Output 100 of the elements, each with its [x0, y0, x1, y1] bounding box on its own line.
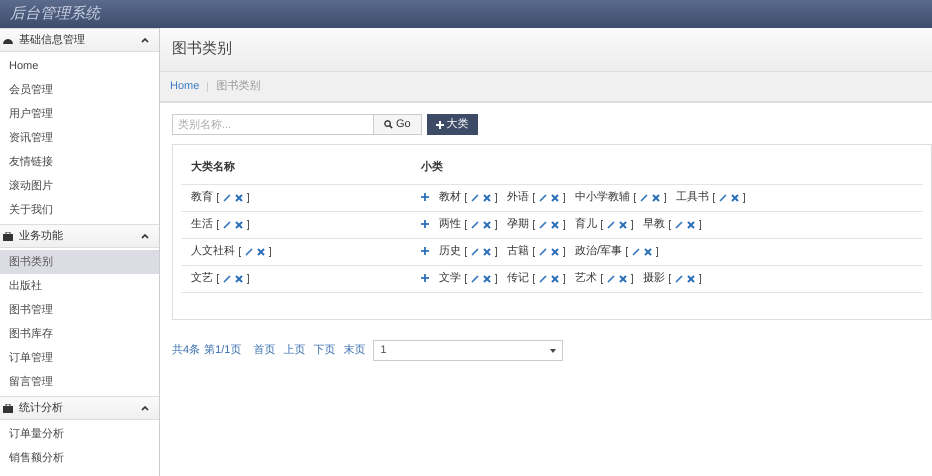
- category-name: 中小学教辅: [575, 190, 630, 206]
- sidebar-item[interactable]: 会员管理: [0, 78, 159, 102]
- delete-icon[interactable]: [652, 194, 660, 202]
- category-name: 传记: [507, 271, 529, 286]
- add-icon[interactable]: [421, 220, 429, 228]
- breadcrumb-link[interactable]: Home: [170, 78, 200, 95]
- edit-icon[interactable]: [719, 194, 727, 202]
- column-header: 小类: [411, 159, 923, 184]
- page-select[interactable]: 1: [373, 340, 564, 361]
- sidebar-section-header[interactable]: 业务功能: [0, 224, 159, 248]
- category-name: 工具书: [676, 190, 709, 206]
- delete-icon[interactable]: [235, 194, 243, 202]
- category-name: 摄影: [643, 271, 665, 286]
- edit-icon[interactable]: [223, 194, 231, 202]
- edit-icon[interactable]: [471, 220, 479, 228]
- category-name: 艺术: [575, 271, 597, 286]
- edit-icon[interactable]: [223, 220, 231, 228]
- edit-icon[interactable]: [223, 274, 231, 282]
- delete-icon[interactable]: [483, 274, 491, 282]
- pagination-link[interactable]: 下页: [313, 342, 336, 359]
- add-icon[interactable]: [421, 247, 429, 256]
- edit-icon[interactable]: [471, 274, 479, 282]
- sidebar-item[interactable]: 滚动图片: [0, 174, 159, 198]
- briefcase-icon: [3, 232, 13, 240]
- sidebar-item[interactable]: 图书管理: [0, 298, 159, 322]
- sidebar-item[interactable]: 销售额分析: [0, 446, 159, 470]
- edit-icon[interactable]: [539, 274, 547, 282]
- edit-icon[interactable]: [640, 194, 648, 202]
- edit-icon[interactable]: [539, 194, 547, 202]
- sidebar-item[interactable]: 订单量分析: [0, 422, 159, 446]
- sidebar-section-header[interactable]: 统计分析: [0, 396, 159, 420]
- delete-icon[interactable]: [687, 274, 695, 282]
- delete-icon[interactable]: [687, 220, 695, 228]
- edit-icon[interactable]: [471, 248, 479, 256]
- delete-icon[interactable]: [483, 220, 491, 228]
- category-name: 生活: [191, 217, 213, 232]
- delete-icon[interactable]: [483, 194, 491, 202]
- delete-icon[interactable]: [551, 220, 559, 228]
- add-icon[interactable]: [421, 193, 429, 202]
- sidebar-item[interactable]: 图书类别: [0, 250, 159, 274]
- delete-icon[interactable]: [235, 220, 243, 228]
- category-name: 文艺: [191, 270, 213, 286]
- edit-icon[interactable]: [632, 248, 640, 256]
- sidebar-item[interactable]: 资讯管理: [0, 126, 159, 150]
- delete-icon[interactable]: [619, 274, 627, 282]
- category-name: 早教: [643, 217, 665, 232]
- delete-icon[interactable]: [257, 248, 265, 256]
- category-name: 教育: [191, 190, 213, 206]
- sidebar-item[interactable]: 关于我们: [0, 198, 159, 222]
- dropdown-arrow-icon: [550, 348, 556, 352]
- pagination-link[interactable]: 首页: [253, 342, 276, 359]
- category-name: 历史: [439, 244, 461, 260]
- sidebar-item[interactable]: 出版社: [0, 274, 159, 298]
- sidebar-item[interactable]: 友情链接: [0, 150, 159, 174]
- sidebar-item[interactable]: 图书库存: [0, 322, 159, 346]
- delete-icon[interactable]: [235, 274, 243, 282]
- sidebar-item[interactable]: 用户管理: [0, 102, 159, 126]
- page-title: 图书类别: [172, 40, 232, 60]
- pagination-info: 第1/1页: [204, 343, 242, 358]
- category-name: 政治/军事: [575, 244, 622, 260]
- go-button[interactable]: Go: [374, 114, 422, 135]
- breadcrumb-current: 图书类别: [216, 79, 260, 94]
- add-category-button[interactable]: 大类: [426, 114, 478, 135]
- search-icon: [384, 120, 393, 129]
- search-field[interactable]: 类别名称...: [172, 114, 374, 135]
- delete-icon[interactable]: [551, 194, 559, 202]
- edit-icon[interactable]: [245, 248, 253, 256]
- delete-icon[interactable]: [619, 220, 627, 228]
- delete-icon[interactable]: [551, 248, 559, 256]
- edit-icon[interactable]: [675, 220, 683, 228]
- edit-icon[interactable]: [539, 248, 547, 256]
- category-name: 古籍: [507, 244, 529, 260]
- delete-icon[interactable]: [483, 248, 491, 256]
- category-name: 孕期: [507, 217, 529, 232]
- chevron-up-icon: [141, 38, 149, 42]
- chevron-up-icon: [141, 234, 149, 238]
- delete-icon[interactable]: [731, 194, 739, 202]
- pagination-link[interactable]: 上页: [283, 342, 306, 359]
- edit-icon[interactable]: [675, 274, 683, 282]
- delete-icon[interactable]: [551, 274, 559, 282]
- sidebar-item[interactable]: 留言管理: [0, 370, 159, 394]
- column-header: 大类名称: [181, 159, 411, 184]
- category-name: 人文社科: [191, 244, 235, 260]
- edit-icon[interactable]: [471, 194, 479, 202]
- edit-icon[interactable]: [539, 220, 547, 228]
- edit-icon[interactable]: [607, 220, 615, 228]
- delete-icon[interactable]: [644, 248, 652, 256]
- sidebar-section-header[interactable]: 基础信息管理: [0, 28, 159, 52]
- sidebar-item[interactable]: Home: [0, 54, 159, 78]
- app-title: 后台管理系统: [10, 4, 100, 24]
- chevron-up-icon: [141, 406, 149, 410]
- sidebar-item[interactable]: 订单管理: [0, 346, 159, 370]
- add-icon[interactable]: [421, 274, 429, 282]
- edit-icon[interactable]: [607, 274, 615, 282]
- pagination-link[interactable]: 末页: [343, 342, 366, 359]
- category-name: 育儿: [575, 216, 597, 232]
- pagination-info: 共4条: [172, 343, 200, 358]
- category-name: 教材: [439, 190, 461, 206]
- category-name: 外语: [507, 190, 529, 206]
- briefcase-icon: [3, 404, 13, 412]
